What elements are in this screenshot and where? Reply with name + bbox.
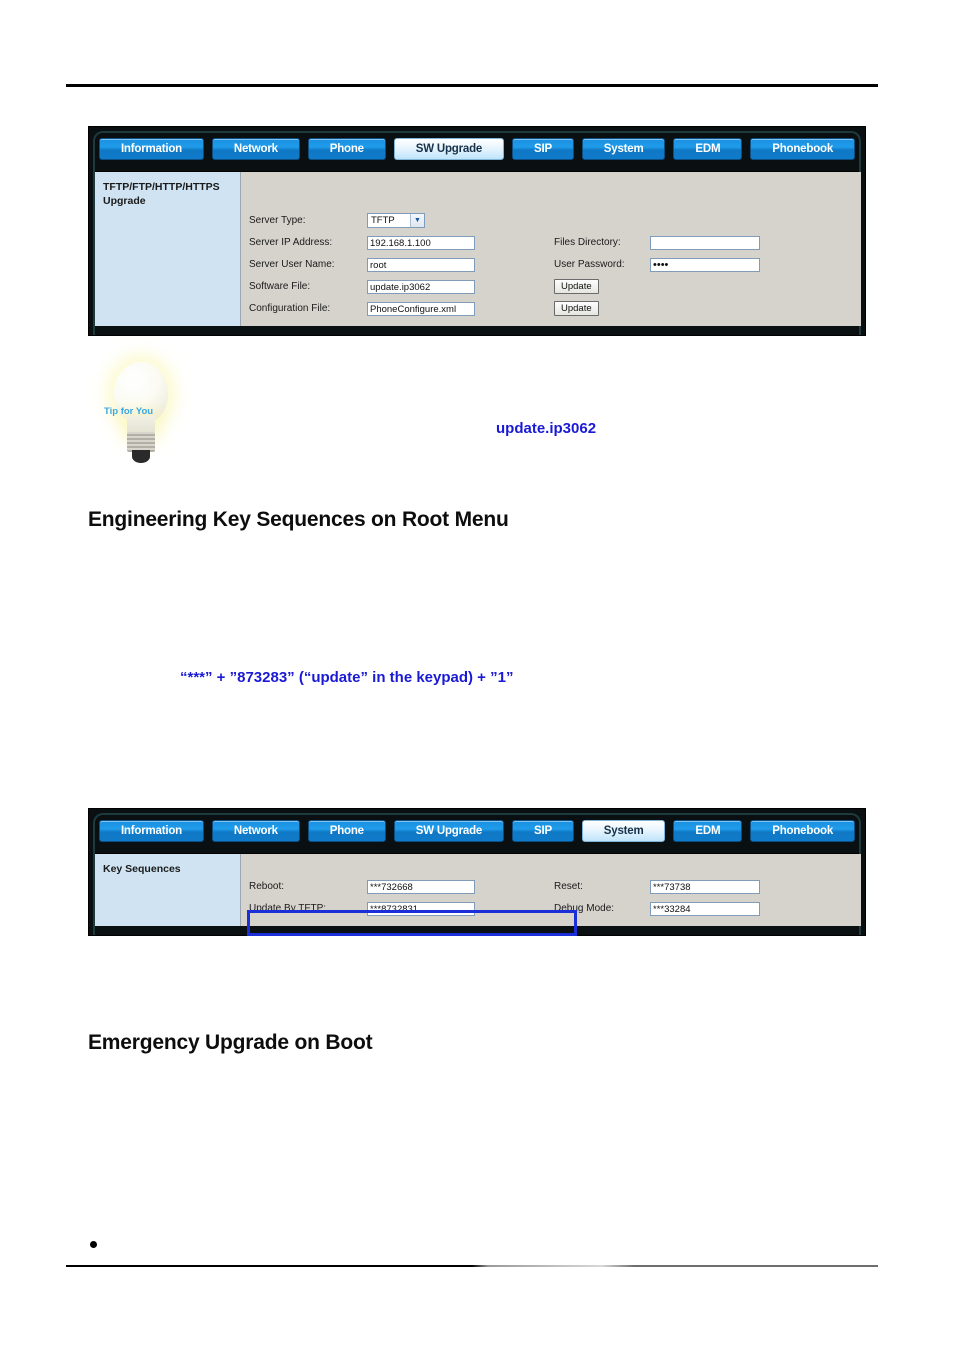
update-software-button[interactable]: Update (554, 279, 599, 294)
reset-label: Reset: (554, 881, 583, 892)
key-sequences-screenshot: Information Network Phone SW Upgrade SIP Syst… (88, 808, 866, 936)
software-file-note: update.ip3062 (496, 420, 597, 437)
tab-system[interactable]: System (581, 138, 666, 160)
sw-upgrade-body: TFTP/FTP/HTTP/HTTPS Upgrade Server Type:… (93, 171, 861, 326)
software-file-row: Software File: update.ip3062 Update (249, 276, 851, 297)
key-sequences-main-panel: Reboot: ***732668 Reset: ***73738 Update… (241, 854, 861, 926)
sw-upgrade-side-title: TFTP/FTP/HTTP/HTTPS Upgrade (103, 181, 220, 208)
sw-upgrade-side-panel: TFTP/FTP/HTTP/HTTPS Upgrade (93, 172, 241, 326)
debug-mode-input[interactable]: ***33284 (650, 901, 760, 916)
configuration-file-input[interactable]: PhoneConfigure.xml (367, 301, 475, 316)
tab-network[interactable]: Network (211, 820, 300, 842)
server-user-row: Server User Name: root User Password: ••… (249, 254, 851, 275)
files-directory-input[interactable] (650, 235, 760, 250)
tab-sw-upgrade[interactable]: SW Upgrade (393, 138, 505, 160)
engineering-key-sequences-heading: Engineering Key Sequences on Root Menu (88, 508, 509, 531)
tab-sip[interactable]: SIP (512, 138, 574, 160)
tab-edm[interactable]: EDM (673, 820, 743, 842)
bulb-base (127, 432, 155, 452)
server-user-label: Server User Name: (249, 259, 335, 270)
update-by-tftp-row: Update By TFTP: ***8732831 Debug Mode: *… (249, 898, 851, 919)
tab-system[interactable]: System (581, 820, 666, 842)
tab-information[interactable]: Information (99, 138, 204, 160)
emergency-upgrade-heading: Emergency Upgrade on Boot (88, 1031, 373, 1054)
tab-phonebook[interactable]: Phonebook (750, 138, 855, 160)
update-by-tftp-label: Update By TFTP: (249, 903, 327, 914)
tab-network[interactable]: Network (211, 138, 300, 160)
server-type-label: Server Type: (249, 215, 306, 226)
page-header-rule (66, 84, 878, 87)
files-directory-label: Files Directory: (554, 237, 621, 248)
configuration-file-label: Configuration File: (249, 303, 331, 314)
update-configuration-button[interactable]: Update (554, 301, 599, 316)
sw-upgrade-screenshot: Information Network Phone SW Upgrade SIP Syst… (88, 126, 866, 336)
server-type-value: TFTP (371, 215, 395, 226)
tab-phonebook[interactable]: Phonebook (750, 820, 855, 842)
tab-sw-upgrade[interactable]: SW Upgrade (393, 820, 505, 842)
page-footer-rule (66, 1265, 878, 1267)
server-ip-input[interactable]: 192.168.1.100 (367, 235, 475, 250)
bulb-contact-tip (132, 450, 150, 463)
server-user-input[interactable]: root (367, 257, 475, 272)
chevron-down-icon[interactable]: ▼ (410, 214, 424, 227)
tip-lightbulb-icon: Tip for You (96, 358, 186, 470)
tab-sip[interactable]: SIP (512, 820, 574, 842)
configuration-file-row: Configuration File: PhoneConfigure.xml U… (249, 298, 851, 319)
reboot-input[interactable]: ***732668 (367, 879, 475, 894)
sw-upgrade-tab-bar[interactable]: Information Network Phone SW Upgrade SIP Syst… (89, 127, 865, 171)
key-sequences-tab-bar[interactable]: Information Network Phone SW Upgrade SIP Syst… (89, 809, 865, 853)
key-sequences-side-panel: Key Sequences (93, 854, 241, 926)
tip-for-you-label: Tip for You (104, 406, 154, 417)
server-type-select[interactable]: TFTP ▼ (367, 213, 425, 228)
software-file-input[interactable]: update.ip3062 (367, 279, 475, 294)
reset-input[interactable]: ***73738 (650, 879, 760, 894)
key-sequences-side-title: Key Sequences (103, 863, 181, 875)
empty-bullet-point (90, 1241, 97, 1248)
sw-upgrade-main-panel: Server Type: TFTP ▼ Server IP Address: 1… (241, 172, 861, 326)
key-sequences-body: Key Sequences Reboot: ***732668 Reset: *… (93, 853, 861, 926)
tab-information[interactable]: Information (99, 820, 204, 842)
software-file-label: Software File: (249, 281, 311, 292)
debug-mode-label: Debug Mode: (554, 903, 615, 914)
tab-edm[interactable]: EDM (673, 138, 743, 160)
reboot-label: Reboot: (249, 881, 285, 892)
user-password-label: User Password: (554, 259, 625, 270)
server-ip-label: Server IP Address: (249, 237, 333, 248)
tab-phone[interactable]: Phone (307, 138, 386, 160)
server-type-row: Server Type: TFTP ▼ (249, 210, 851, 231)
server-ip-row: Server IP Address: 192.168.1.100 Files D… (249, 232, 851, 253)
reboot-row: Reboot: ***732668 Reset: ***73738 (249, 876, 851, 897)
key-sequence-note: “***” + ”873283” (“update” in the keypad… (180, 669, 514, 686)
user-password-input[interactable]: •••• (650, 257, 760, 272)
tab-phone[interactable]: Phone (307, 820, 386, 842)
update-by-tftp-input[interactable]: ***8732831 (367, 901, 475, 916)
